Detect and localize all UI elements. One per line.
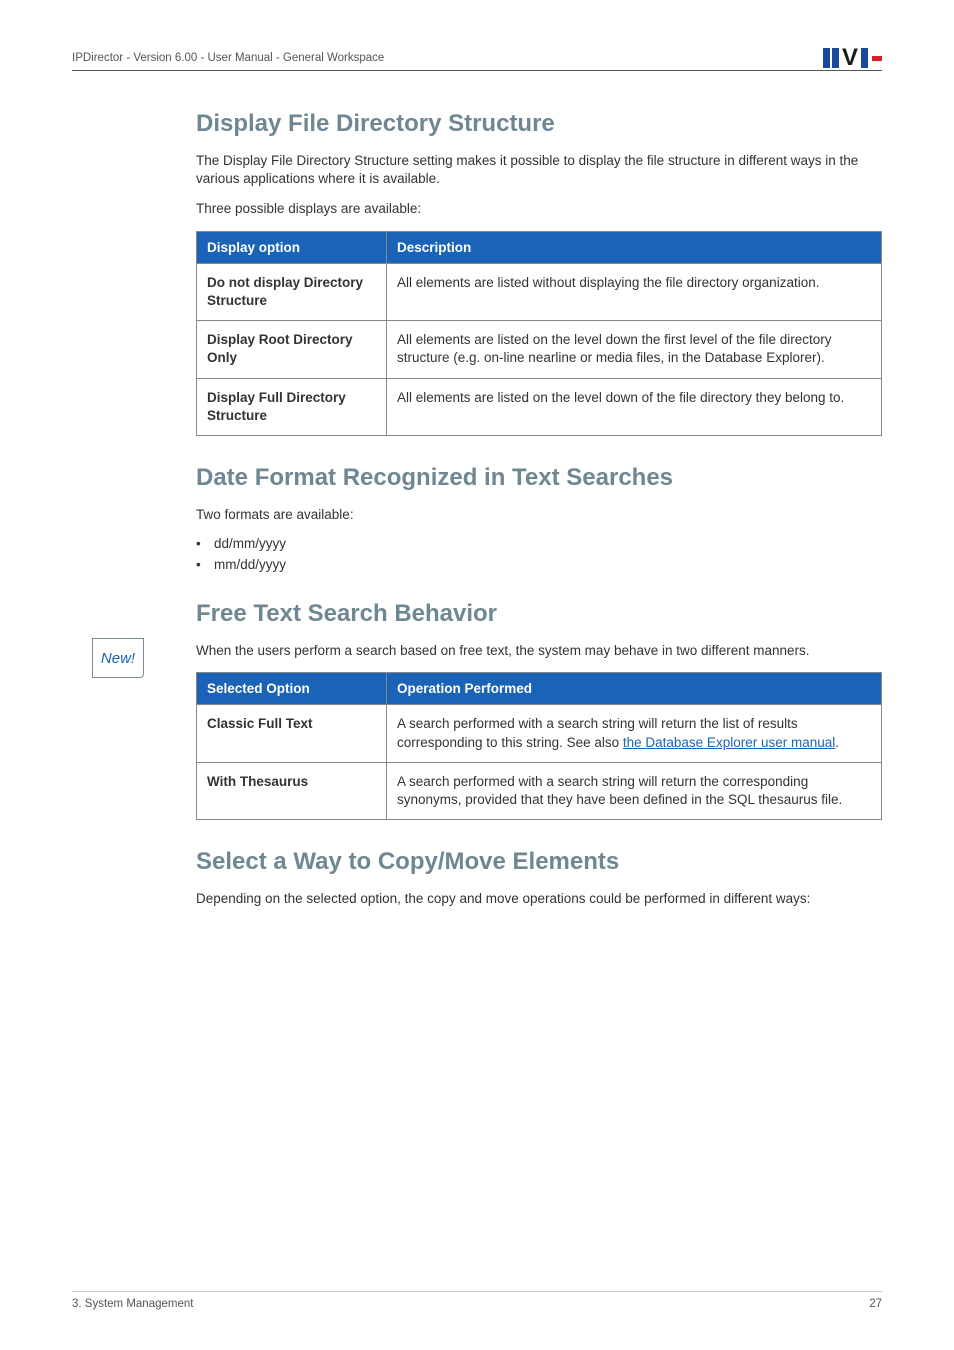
table-row: Do not display Directory Structure All e… xyxy=(197,263,882,320)
footer-page-number: 27 xyxy=(869,1298,882,1310)
table-row: Display Full Directory Structure All ele… xyxy=(197,378,882,435)
logo-v: V xyxy=(842,48,858,68)
logo-dash xyxy=(872,56,882,61)
heading-dfr: Date Format Recognized in Text Searches xyxy=(196,464,882,492)
heading-dfds: Display File Directory Structure xyxy=(196,110,882,138)
dfds-th-option: Display option xyxy=(197,231,387,263)
db-explorer-manual-link[interactable]: the Database Explorer user manual xyxy=(623,735,835,750)
footer-left: 3. System Management xyxy=(72,1298,193,1310)
dfds-r3-c2: All elements are listed on the level dow… xyxy=(387,378,882,435)
dfds-table: Display option Description Do not displa… xyxy=(196,231,882,436)
dfds-r2-c2: All elements are listed on the level dow… xyxy=(387,321,882,378)
list-item: dd/mm/yyyy xyxy=(196,536,882,551)
fts-intro: When the users perform a search based on… xyxy=(196,642,882,660)
fts-th-option: Selected Option xyxy=(197,673,387,705)
dfds-r3-c1: Display Full Directory Structure xyxy=(197,378,387,435)
heading-swcm: Select a Way to Copy/Move Elements xyxy=(196,848,882,876)
fts-r1-c1: Classic Full Text xyxy=(197,705,387,762)
dfds-th-desc: Description xyxy=(387,231,882,263)
dfds-line2: Three possible displays are available: xyxy=(196,200,882,218)
fts-r1-post: . xyxy=(835,735,839,750)
fts-th-op: Operation Performed xyxy=(387,673,882,705)
fts-r2-c1: With Thesaurus xyxy=(197,762,387,819)
table-row: Classic Full Text A search performed wit… xyxy=(197,705,882,762)
dfr-list: dd/mm/yyyy mm/dd/yyyy xyxy=(196,536,882,572)
fts-r2-c2: A search performed with a search string … xyxy=(387,762,882,819)
new-badge: New! xyxy=(92,638,144,678)
dfds-r1-c1: Do not display Directory Structure xyxy=(197,263,387,320)
table-row: With Thesaurus A search performed with a… xyxy=(197,762,882,819)
fts-r1-c2: A search performed with a search string … xyxy=(387,705,882,762)
table-row: Display Root Directory Only All elements… xyxy=(197,321,882,378)
dfds-r2-c1: Display Root Directory Only xyxy=(197,321,387,378)
dfds-intro: The Display File Directory Structure set… xyxy=(196,152,882,188)
list-item: mm/dd/yyyy xyxy=(196,557,882,572)
new-badge-text: New! xyxy=(101,650,135,667)
fts-table: Selected Option Operation Performed Clas… xyxy=(196,672,882,820)
evs-logo: V xyxy=(823,48,882,68)
header-rule xyxy=(72,70,882,71)
dfr-intro: Two formats are available: xyxy=(196,506,882,524)
logo-bar-left2 xyxy=(832,48,839,68)
header-left: IPDirector - Version 6.00 - User Manual … xyxy=(72,52,384,64)
dfds-r1-c2: All elements are listed without displayi… xyxy=(387,263,882,320)
heading-fts: Free Text Search Behavior xyxy=(196,600,882,628)
logo-bar-left xyxy=(823,48,830,68)
logo-bar-right xyxy=(861,48,868,68)
swcm-intro: Depending on the selected option, the co… xyxy=(196,890,882,908)
